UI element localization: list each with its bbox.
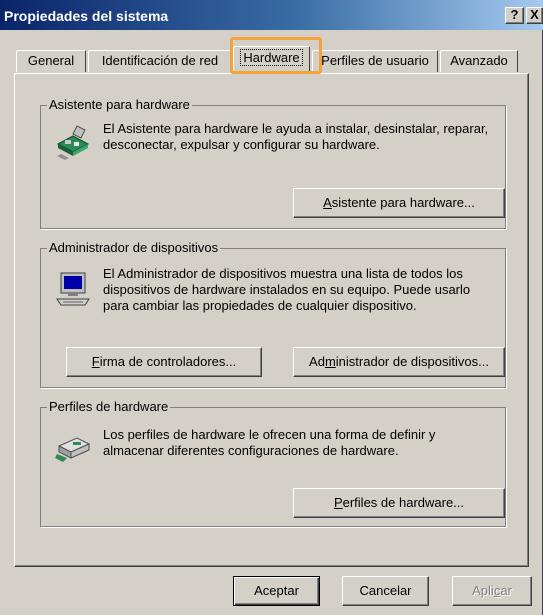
hardware-profiles-description: Los perfiles de hardware le ofrecen una … <box>103 427 436 458</box>
wizard-description: El Asistente para hardware le ayuda a in… <box>103 121 489 152</box>
window-title: Propiedades del sistema <box>4 8 169 24</box>
tab-user-profiles[interactable]: Perfiles de usuario <box>312 50 438 72</box>
group-hardware-wizard: Asistente para hardware El Asistente par… <box>40 97 506 229</box>
tab-network-identification[interactable]: Identificación de red <box>88 50 232 72</box>
title-bar[interactable]: Propiedades del sistema ? X <box>0 0 543 30</box>
hardware-wizard-button[interactable]: Asistente para hardware... <box>293 188 505 218</box>
ok-button[interactable]: Aceptar <box>233 576 320 606</box>
group-legend: Perfiles de hardware <box>47 399 171 414</box>
hardware-profile-icon <box>55 437 91 462</box>
tab-advanced[interactable]: Avanzado <box>440 50 518 72</box>
help-button[interactable]: ? <box>505 7 524 24</box>
group-legend: Administrador de dispositivos <box>47 240 221 255</box>
group-legend: Asistente para hardware <box>47 97 192 112</box>
tab-highlight-outline <box>230 37 322 74</box>
hardware-tab-panel: Asistente para hardware El Asistente par… <box>14 73 529 567</box>
driver-signing-button[interactable]: Firma de controladores... <box>66 347 262 377</box>
device-manager-button[interactable]: Administrador de dispositivos... <box>293 347 505 377</box>
device-manager-description: El Administrador de dispositivos muestra… <box>103 266 471 313</box>
hardware-profiles-button[interactable]: Perfiles de hardware... <box>293 488 505 518</box>
cancel-button[interactable]: Cancelar <box>342 576 429 606</box>
apply-button[interactable]: Aplicar <box>452 576 532 606</box>
system-properties-dialog: Propiedades del sistema ? X General Iden… <box>0 0 543 615</box>
group-hardware-profiles: Perfiles de hardware Los perfiles de har… <box>40 399 506 527</box>
computer-icon <box>56 272 90 306</box>
close-button[interactable]: X <box>526 7 543 24</box>
group-device-manager: Administrador de dispositivos El Adminis… <box>40 240 506 388</box>
hardware-wizard-icon <box>56 125 90 160</box>
tab-general[interactable]: General <box>16 50 86 72</box>
